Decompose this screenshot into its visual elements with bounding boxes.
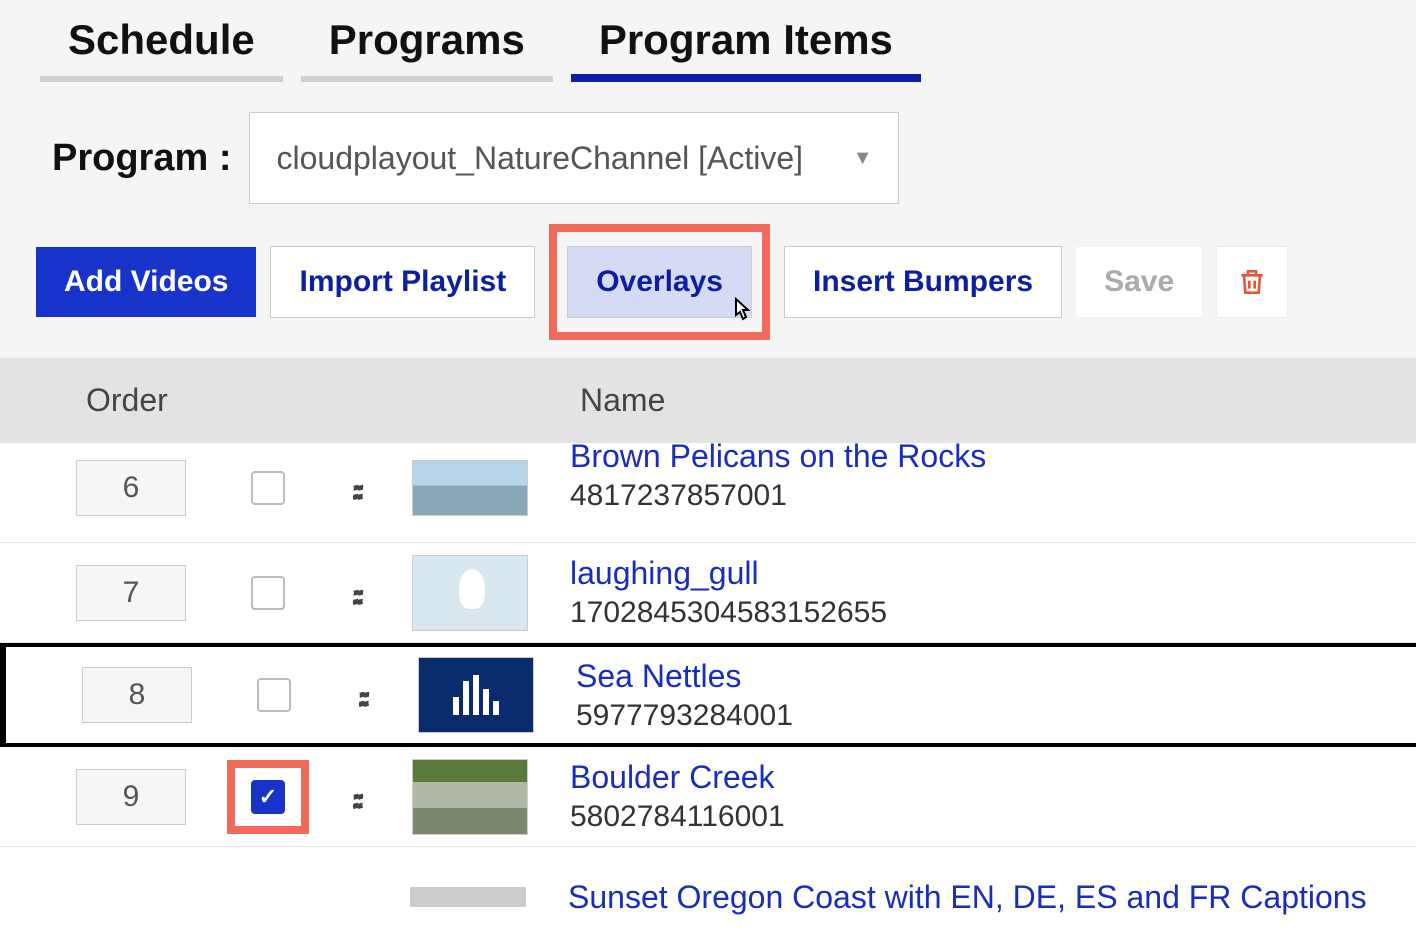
video-thumbnail[interactable] xyxy=(412,759,528,835)
video-id: 4817237857001 xyxy=(570,479,986,513)
add-videos-button[interactable]: Add Videos xyxy=(36,247,256,317)
checkbox-highlight: ✓ xyxy=(227,760,309,834)
tab-programs[interactable]: Programs xyxy=(301,10,553,82)
overlays-button[interactable]: Overlays xyxy=(567,246,752,318)
video-id: 5977793284001 xyxy=(576,699,793,733)
video-id: 5802784116001 xyxy=(570,800,785,834)
import-playlist-button[interactable]: Import Playlist xyxy=(270,246,535,318)
video-title-link[interactable]: laughing_gull xyxy=(570,555,887,592)
video-title-link[interactable]: Sunset Oregon Coast with EN, DE, ES and … xyxy=(568,879,1367,916)
order-input[interactable]: 7 xyxy=(76,565,186,621)
tab-schedule[interactable]: Schedule xyxy=(40,10,283,82)
program-label: Program : xyxy=(52,137,231,180)
pointer-cursor-icon xyxy=(728,297,754,334)
chevron-down-icon: ▼ xyxy=(853,147,873,170)
video-thumbnail[interactable] xyxy=(412,460,528,516)
drag-handle-icon[interactable]: ᎓᎓ xyxy=(336,773,376,821)
program-dropdown[interactable]: cloudplayout_NatureChannel [Active] ▼ xyxy=(249,112,899,204)
row-checkbox[interactable] xyxy=(257,678,291,712)
video-thumbnail[interactable] xyxy=(418,657,534,733)
drag-handle-icon[interactable]: ᎓᎓ xyxy=(336,569,376,617)
video-id: 1702845304583152655 xyxy=(570,596,887,630)
order-input[interactable]: 6 xyxy=(76,460,186,516)
row-checkbox[interactable]: ✓ xyxy=(251,780,285,814)
column-header-order: Order xyxy=(86,382,580,419)
table-header: Order Name xyxy=(0,358,1416,443)
program-selector-row: Program : cloudplayout_NatureChannel [Ac… xyxy=(0,82,1416,224)
tab-program-items[interactable]: Program Items xyxy=(571,10,921,82)
table-row: 9 ✓ ᎓᎓ Boulder Creek 5802784116001 xyxy=(0,747,1416,847)
overlays-highlight: Overlays xyxy=(549,224,770,340)
video-title-link[interactable]: Boulder Creek xyxy=(570,759,785,796)
drag-handle-icon[interactable]: ᎓᎓ xyxy=(336,464,376,512)
audio-bars-icon xyxy=(453,675,499,715)
insert-bumpers-button[interactable]: Insert Bumpers xyxy=(784,246,1062,318)
video-title-link[interactable]: Brown Pelicans on the Rocks xyxy=(570,438,986,475)
order-input[interactable]: 9 xyxy=(76,769,186,825)
row-checkbox[interactable] xyxy=(251,576,285,610)
main-tabs: Schedule Programs Program Items xyxy=(0,0,1416,82)
table-row: 8 ᎓᎓ Sea Nettles 5977793284001 xyxy=(0,643,1416,747)
save-button[interactable]: Save xyxy=(1076,247,1202,317)
program-dropdown-value: cloudplayout_NatureChannel [Active] xyxy=(276,140,803,177)
column-header-name: Name xyxy=(580,382,1416,419)
table-row: 7 ᎓᎓ laughing_gull 1702845304583152655 xyxy=(0,543,1416,643)
table-row: 6 ᎓᎓ Brown Pelicans on the Rocks 4817237… xyxy=(0,443,1416,543)
video-thumbnail[interactable] xyxy=(412,555,528,631)
trash-icon xyxy=(1236,266,1268,298)
video-title-link[interactable]: Sea Nettles xyxy=(576,658,793,695)
table-body: 6 ᎓᎓ Brown Pelicans on the Rocks 4817237… xyxy=(0,443,1416,947)
drag-handle-icon[interactable]: ᎓᎓ xyxy=(342,671,382,719)
toolbar: Add Videos Import Playlist Overlays Inse… xyxy=(0,224,1416,358)
delete-button[interactable] xyxy=(1216,246,1288,318)
order-input[interactable]: 8 xyxy=(82,667,192,723)
table-row: Sunset Oregon Coast with EN, DE, ES and … xyxy=(0,847,1416,947)
video-thumbnail[interactable] xyxy=(410,887,526,907)
row-checkbox[interactable] xyxy=(251,471,285,505)
